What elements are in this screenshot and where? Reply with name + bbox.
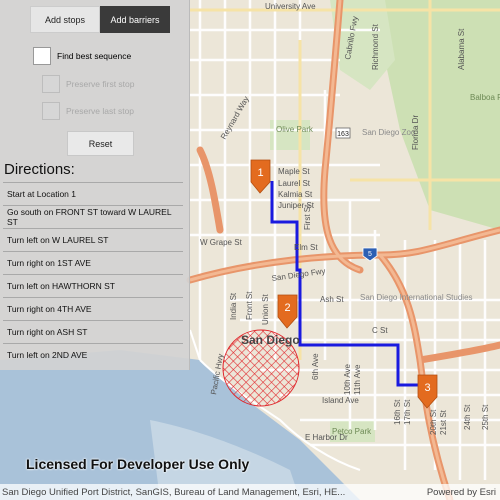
olive-park-label: Olive Park [276,125,314,134]
laurel-st-label: Laurel St [278,179,311,188]
find-best-sequence-checkbox[interactable] [33,47,51,65]
twentyfifth-st-label: 25th St [481,404,490,430]
sixth-ave-label: 6th Ave [311,353,320,380]
find-best-sequence-label: Find best sequence [57,51,132,61]
direction-item[interactable]: Turn left on HAWTHORN ST [3,274,183,297]
petco-park-label: Petco Park [332,427,372,436]
route-163-label: 163 [337,131,349,138]
direction-item[interactable]: Turn right on 4TH AVE [3,297,183,320]
direction-item[interactable]: Turn left on W LAUREL ST [3,228,183,251]
stop-number-1: 1 [257,167,263,179]
seventeenth-st-label: 17th St [403,399,412,425]
san-diego-zoo-label: San Diego Zoo [362,128,416,137]
directions-list: Start at Location 1 Go south on FRONT ST… [3,182,183,366]
tab-add-barriers[interactable]: Add barriers [100,6,170,33]
kalmia-st-label: Kalmia St [278,190,313,199]
ash-st-label: Ash St [320,295,344,304]
direction-item[interactable]: Turn right on 1ST AVE [3,251,183,274]
mode-tabs: Add stops Add barriers [30,6,170,33]
first-st-label: First St [303,204,312,230]
preserve-last-stop-checkbox [42,102,60,120]
florida-dr-label: Florida Dr [411,115,420,150]
tab-add-stops[interactable]: Add stops [30,6,100,33]
routing-panel: Add stops Add barriers Find best sequenc… [0,0,190,370]
tenth-ave-label: 10th Ave [343,363,352,395]
directions-title: Directions: [4,161,75,178]
elm-st-label: Elm St [294,243,318,252]
university-ave-label: University Ave [265,2,316,11]
reset-button[interactable]: Reset [67,131,134,156]
license-watermark: Licensed For Developer Use Only [26,456,250,472]
richmond-st-label: Richmond St [371,23,380,70]
balboa-park-label: Balboa Park [470,93,500,102]
preserve-last-stop-label: Preserve last stop [66,106,135,116]
alabama-st-label: Alabama St [457,28,466,70]
find-best-sequence-option[interactable]: Find best sequence [33,47,131,65]
c-st-label: C St [372,326,388,335]
union-st-label: Union St [261,294,270,325]
eleventh-ave-label: 11th Ave [353,364,362,395]
powered-by-esri[interactable]: Powered by Esri [427,487,500,498]
i5-shield-label: 5 [368,251,372,258]
attribution-text[interactable]: San Diego Unified Port District, SanGIS,… [2,487,427,498]
stop-number-2: 2 [284,302,290,314]
direction-item[interactable]: Start at Location 1 [3,182,183,205]
direction-item[interactable]: Turn left on 2ND AVE [3,343,183,366]
preserve-first-stop-option: Preserve first stop [42,75,135,93]
sd-intl-studies-label: San Diego International Studies [360,293,473,302]
direction-item[interactable]: Go south on FRONT ST toward W LAUREL ST [3,205,183,228]
direction-item[interactable]: Turn right on ASH ST [3,320,183,343]
front-st-label: Front St [245,291,254,320]
india-st-label: India St [229,292,238,320]
maple-st-label: Maple St [278,167,310,176]
preserve-first-stop-label: Preserve first stop [66,79,135,89]
island-ave-label: Island Ave [322,396,359,405]
twentyfourth-st-label: 24th St [463,404,472,430]
stop-number-3: 3 [424,382,430,394]
sixteenth-st-label: 16th St [393,399,402,425]
twentyfirst-st-label: 21st St [439,409,448,435]
w-grape-st-label: W Grape St [200,238,243,247]
preserve-last-stop-option: Preserve last stop [42,102,134,120]
attribution-bar: San Diego Unified Port District, SanGIS,… [0,484,500,500]
twentieth-st-label: 20th St [429,409,438,435]
city-label: San Diego [241,333,300,347]
preserve-first-stop-checkbox [42,75,60,93]
